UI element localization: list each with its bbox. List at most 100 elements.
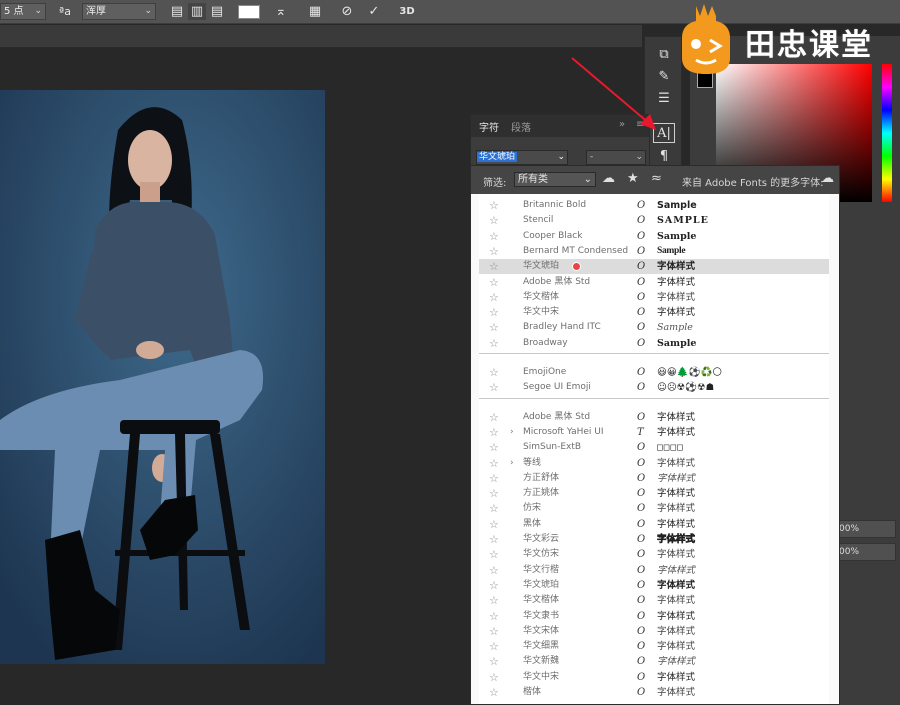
commit-icon[interactable]: ✓ xyxy=(365,3,383,20)
font-list-item[interactable]: ☆ SimSun-ExtB O □□□□ xyxy=(479,440,829,455)
favorite-star-icon[interactable]: ☆ xyxy=(489,410,501,425)
favorite-star-icon[interactable]: ☆ xyxy=(489,532,501,547)
font-list-item[interactable]: ☆ 华文仿宋 O 字体样式 xyxy=(479,547,829,562)
character-panel-icon[interactable]: ▦ xyxy=(306,3,324,20)
favorite-star-icon[interactable]: ☆ xyxy=(489,275,501,290)
font-list-item[interactable]: ☆ 华文隶书 O 字体样式 xyxy=(479,609,829,624)
font-list-item[interactable]: ☆ 华文细黑 O 字体样式 xyxy=(479,639,829,654)
warp-text-icon[interactable]: ⌅ xyxy=(272,3,290,20)
font-list-item[interactable]: ☆ 楷体 O 字体样式 xyxy=(479,685,829,700)
paragraph-icon[interactable]: ¶ xyxy=(653,147,675,167)
favorite-star-icon[interactable]: ☆ xyxy=(489,380,501,395)
font-list-item[interactable]: ☆ 方正舒体 O 字体样式 xyxy=(479,471,829,486)
font-list-item[interactable]: ☆ 华文中宋 O 字体样式 xyxy=(479,670,829,685)
favorite-star-icon[interactable]: ☆ xyxy=(489,501,501,516)
annotation-arrow xyxy=(571,57,656,130)
font-list-item[interactable]: ☆ 华文琥珀 O 字体样式 xyxy=(479,259,829,275)
photo-canvas[interactable] xyxy=(0,90,325,664)
font-list-item[interactable]: ☆ 华文行楷 O 字体样式 xyxy=(479,563,829,578)
font-sample-preview: 字体样式 xyxy=(657,687,696,698)
favorite-star-icon[interactable]: ☆ xyxy=(489,670,501,685)
font-list-item[interactable]: ☆ Bradley Hand ITC O Sample xyxy=(479,320,829,335)
font-list-item[interactable]: ☆ › 等线 O 字体样式 xyxy=(479,456,829,471)
align-center-icon[interactable]: ▥ xyxy=(188,3,206,20)
favorite-star-icon[interactable]: ☆ xyxy=(489,290,501,305)
favorite-star-icon[interactable]: ☆ xyxy=(489,624,501,639)
font-list-item[interactable]: ☆ EmojiOne O 😃😀🌲⚽♻️🌕 xyxy=(479,365,829,380)
font-type-icon: O xyxy=(637,411,646,423)
font-style-field[interactable]: - ⌄ xyxy=(586,150,646,165)
favorite-star-icon[interactable]: ☆ xyxy=(489,639,501,654)
hue-slider[interactable] xyxy=(882,64,892,202)
font-list-item[interactable]: ☆ 方正姚体 O 字体样式 xyxy=(479,486,829,501)
tab-character[interactable]: 字符 xyxy=(479,119,499,134)
font-list-item[interactable]: ☆ Britannic Bold O Sample xyxy=(479,198,829,213)
adobe-fonts-cloud-icon[interactable]: ☁ xyxy=(821,171,834,186)
cloud-fonts-filter-icon[interactable]: ☁ xyxy=(602,171,615,186)
expand-family-icon[interactable]: › xyxy=(510,425,514,440)
favorite-star-icon[interactable]: ☆ xyxy=(489,609,501,624)
favorite-star-icon[interactable]: ☆ xyxy=(489,547,501,562)
filter-classification-select[interactable]: 所有类 ⌄ xyxy=(514,172,596,187)
font-list-item[interactable]: ☆ 仿宋 O 字体样式 xyxy=(479,501,829,516)
antialias-value: 浑厚 xyxy=(86,6,106,17)
font-type-icon: O xyxy=(637,549,646,561)
favorite-star-icon[interactable]: ☆ xyxy=(489,244,501,259)
3d-button[interactable]: 3D xyxy=(398,3,416,20)
favorite-star-icon[interactable]: ☆ xyxy=(489,229,501,244)
opacity-field[interactable]: 00% xyxy=(836,520,896,538)
expand-family-icon[interactable]: › xyxy=(510,456,514,471)
font-list-item[interactable]: ☆ 华文楷体 O 字体样式 xyxy=(479,593,829,608)
font-list-item[interactable]: ☆ 华文楷体 O 字体样式 xyxy=(479,290,829,305)
font-list-item[interactable]: ☆ Cooper Black O Sample xyxy=(479,229,829,244)
favorite-star-icon[interactable]: ☆ xyxy=(489,259,501,274)
font-list-item[interactable]: ☆ Adobe 黑体 Std O 字体样式 xyxy=(479,410,829,425)
font-list-item[interactable]: ☆ 华文彩云 O 字体样式 xyxy=(479,532,829,547)
favorite-star-icon[interactable]: ☆ xyxy=(489,593,501,608)
font-family-field[interactable]: 华文琥珀 ⌄ xyxy=(476,150,568,165)
favorite-star-icon[interactable]: ☆ xyxy=(489,456,501,471)
favorite-star-icon[interactable]: ☆ xyxy=(489,320,501,335)
chevron-down-icon: ⌄ xyxy=(557,152,565,162)
font-list-item[interactable]: ☆ Adobe 黑体 Std O 字体样式 xyxy=(479,275,829,290)
favorite-star-icon[interactable]: ☆ xyxy=(489,305,501,320)
font-name: 华文楷体 xyxy=(523,291,560,302)
favorite-star-icon[interactable]: ☆ xyxy=(489,471,501,486)
font-list-item[interactable]: ☆ 华文中宋 O 字体样式 xyxy=(479,305,829,320)
font-sample-preview: 字体样式 xyxy=(657,656,696,668)
favorites-filter-icon[interactable]: ★ xyxy=(627,171,639,186)
favorite-star-icon[interactable]: ☆ xyxy=(489,578,501,593)
font-list-item[interactable]: ☆ Broadway O Sample xyxy=(479,336,829,351)
font-list-item[interactable]: ☆ 华文新魏 O 字体样式 xyxy=(479,654,829,669)
favorite-star-icon[interactable]: ☆ xyxy=(489,213,501,228)
favorite-star-icon[interactable]: ☆ xyxy=(489,685,501,700)
favorite-star-icon[interactable]: ☆ xyxy=(489,336,501,351)
favorite-star-icon[interactable]: ☆ xyxy=(489,486,501,501)
favorite-star-icon[interactable]: ☆ xyxy=(489,440,501,455)
favorite-star-icon[interactable]: ☆ xyxy=(489,425,501,440)
similar-fonts-icon[interactable]: ≈ xyxy=(651,171,662,186)
font-list-item[interactable]: ☆ 华文宋体 O 字体样式 xyxy=(479,624,829,639)
favorite-star-icon[interactable]: ☆ xyxy=(489,198,501,213)
align-left-icon[interactable]: ▤ xyxy=(168,3,186,20)
favorite-star-icon[interactable]: ☆ xyxy=(489,365,501,380)
align-right-icon[interactable]: ▤ xyxy=(208,3,226,20)
tab-paragraph[interactable]: 段落 xyxy=(511,119,531,134)
font-list-item[interactable]: ☆ Bernard MT Condensed O Sample xyxy=(479,244,829,259)
favorite-star-icon[interactable]: ☆ xyxy=(489,654,501,669)
font-name: 华文细黑 xyxy=(523,641,560,652)
font-size-select[interactable]: 5 点 ⌄ xyxy=(0,3,46,20)
font-list-item[interactable]: ☆ Segoe UI Emoji O ☺☹☢⚽☢☗ xyxy=(479,380,829,395)
cancel-icon[interactable]: ⊘ xyxy=(338,3,356,20)
antialias-select[interactable]: 浑厚 ⌄ xyxy=(82,3,156,20)
font-list-item[interactable]: ☆ Stencil O SAMPLE xyxy=(479,213,829,228)
font-filter-bar: 筛选: 所有类 ⌄ ☁ ★ ≈ 来自 Adobe Fonts 的更多字体: ☁ xyxy=(471,166,839,194)
font-list-item[interactable]: ☆ 黑体 O 字体样式 xyxy=(479,517,829,532)
text-color-swatch[interactable] xyxy=(238,5,260,19)
favorite-star-icon[interactable]: ☆ xyxy=(489,563,501,578)
font-list-item[interactable]: ☆ 华文琥珀 O 字体样式 xyxy=(479,578,829,593)
font-list-item[interactable]: ☆ › Microsoft YaHei UI T 字体样式 xyxy=(479,425,829,440)
fill-field[interactable]: 00% xyxy=(836,543,896,561)
font-sample-preview: □□□□ xyxy=(657,442,684,454)
favorite-star-icon[interactable]: ☆ xyxy=(489,517,501,532)
